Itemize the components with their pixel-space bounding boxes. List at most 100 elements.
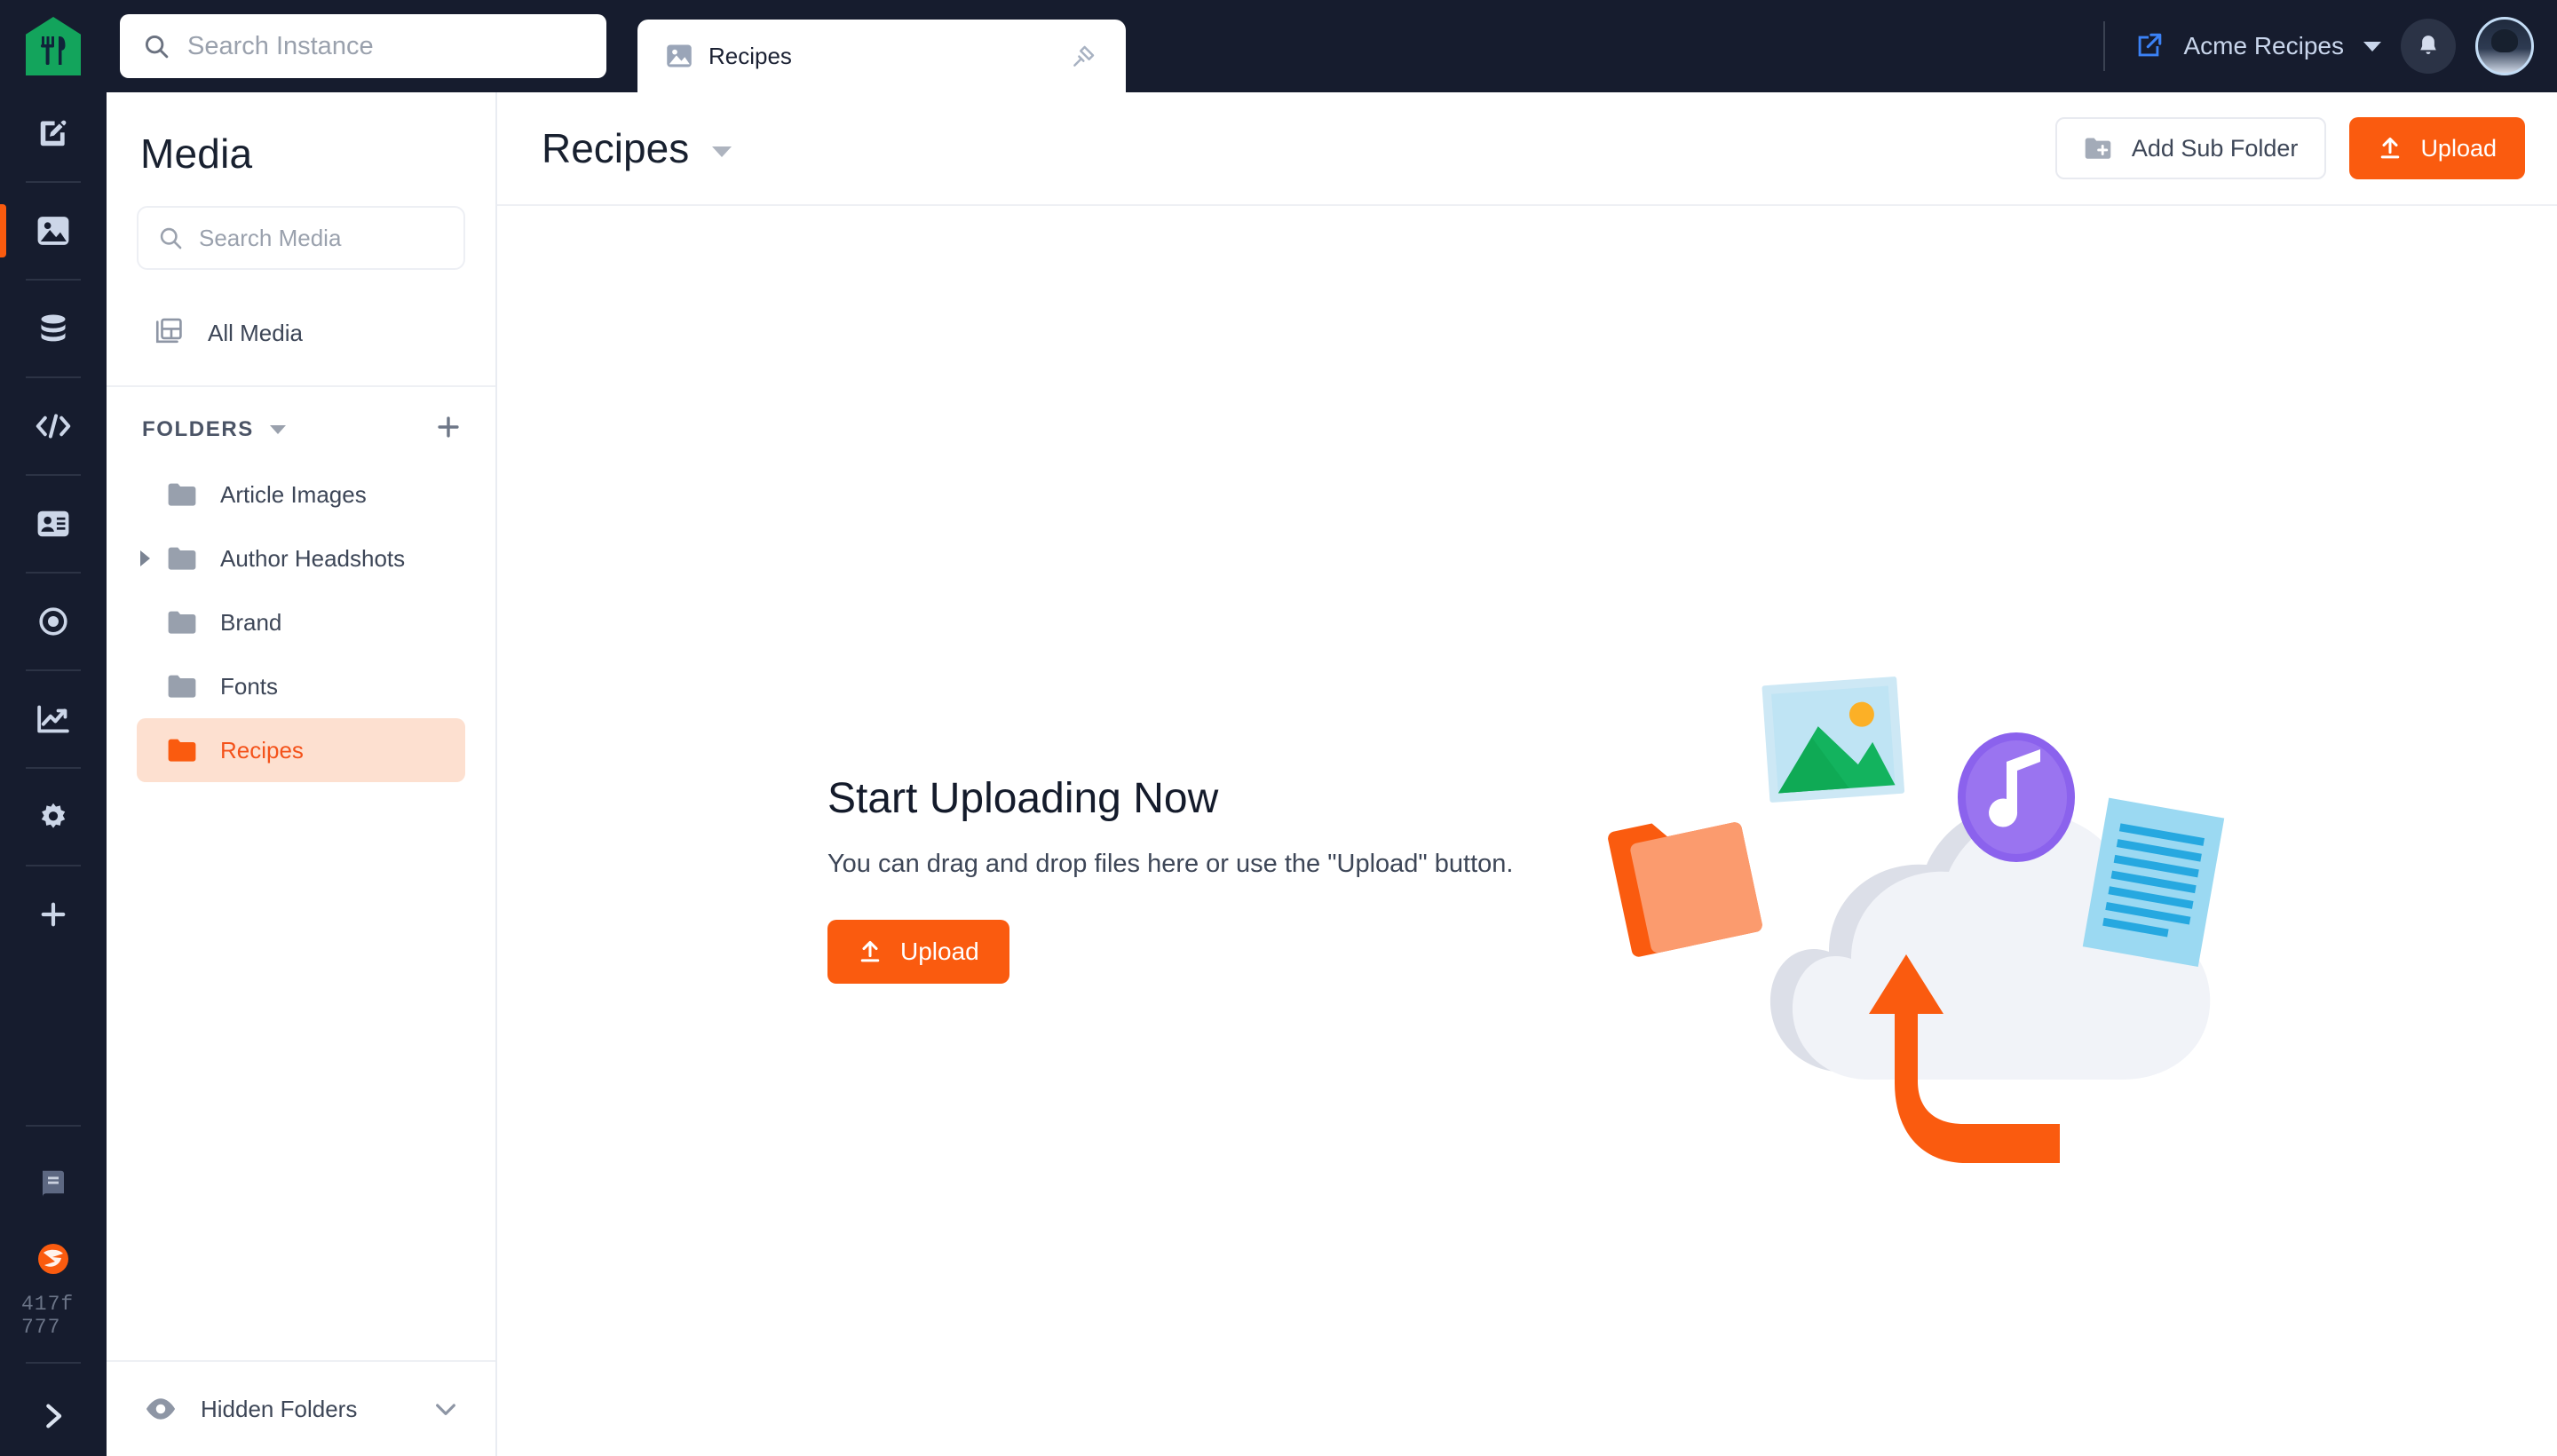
rail-divider — [26, 865, 81, 866]
image-file-illustration-icon — [1761, 677, 1905, 803]
empty-state-subtitle: You can drag and drop files here or use … — [827, 850, 1514, 878]
sidebar-item-all-media[interactable]: All Media — [137, 300, 465, 366]
search-media-input[interactable]: Search Media — [137, 206, 465, 270]
folder-name: Brand — [220, 608, 282, 636]
rail-divider — [26, 669, 81, 671]
bell-icon — [2420, 36, 2436, 54]
folder-row-1[interactable]: Author Headshots — [137, 526, 465, 590]
rail-item-add[interactable] — [0, 874, 107, 955]
upload-button-header[interactable]: Upload — [2349, 117, 2525, 179]
expand-twisty-icon[interactable] — [140, 550, 150, 566]
empty-state-text: Start Uploading Now You can drag and dro… — [827, 774, 1627, 984]
restaurant-logo-icon — [26, 17, 81, 75]
folders-header-label: FOLDERS — [142, 416, 254, 441]
eye-icon — [146, 1398, 176, 1420]
topbar-right-cluster: Acme Recipes — [2103, 0, 2534, 92]
main-header: Recipes Add Sub Folder Upload — [497, 92, 2557, 206]
empty-state: Start Uploading Now You can drag and dro… — [497, 206, 2557, 1454]
analytics-icon — [37, 705, 69, 733]
folder-row-3[interactable]: Fonts — [137, 654, 465, 718]
document-file-illustration-icon — [2082, 797, 2225, 968]
instance-search-box[interactable]: Search Instance — [120, 14, 606, 78]
upload-button-empty-state[interactable]: Upload — [827, 920, 1009, 984]
rail-divider — [26, 376, 81, 378]
all-media-label: All Media — [208, 319, 303, 346]
hidden-folders-toggle[interactable]: Hidden Folders — [107, 1360, 495, 1456]
plus-icon — [438, 416, 459, 438]
avatar[interactable] — [2475, 17, 2534, 75]
left-rail: 417f 777 — [0, 92, 107, 1456]
instance-search-placeholder: Search Instance — [187, 31, 374, 60]
rail-item-database[interactable] — [0, 288, 107, 369]
upload-label: Upload — [900, 938, 979, 965]
notifications-button[interactable] — [2401, 19, 2456, 74]
rail-divider — [26, 572, 81, 574]
rail-divider — [26, 279, 81, 281]
upload-illustration — [1563, 632, 2237, 1187]
rail-item-profiles[interactable] — [0, 483, 107, 565]
target-icon — [39, 607, 67, 636]
search-media-placeholder: Search Media — [199, 224, 342, 251]
database-icon — [41, 314, 66, 342]
rail-item-media[interactable] — [0, 190, 107, 272]
expand-menu-button[interactable] — [0, 1376, 107, 1456]
rail-item-content[interactable] — [0, 92, 107, 174]
header-actions: Add Sub Folder Upload — [2054, 117, 2525, 179]
folder-icon — [168, 483, 196, 506]
image-icon — [667, 44, 692, 67]
chevron-down-icon[interactable] — [431, 1395, 460, 1423]
tab-recipes[interactable]: Recipes — [637, 20, 1126, 92]
media-sidebar: Media Search Media All Media FOLDERS Art… — [107, 92, 497, 1456]
folders-header: FOLDERS — [107, 387, 495, 447]
fork-knife-icon — [41, 36, 66, 65]
brand-logo-icon — [38, 1244, 68, 1275]
search-icon — [160, 227, 182, 249]
gear-icon — [41, 803, 66, 828]
rail-bottom: 417f 777 — [0, 1118, 107, 1456]
hidden-folders-label: Hidden Folders — [201, 1395, 358, 1422]
folder-icon — [168, 547, 196, 570]
instance-chevron-down-icon[interactable] — [2363, 41, 2381, 51]
main-content: Recipes Add Sub Folder Upload Start Uplo… — [497, 92, 2557, 1456]
book-icon — [43, 1171, 64, 1198]
rail-item-settings[interactable] — [0, 776, 107, 858]
folder-row-2[interactable]: Brand — [137, 590, 465, 654]
folder-name: Author Headshots — [220, 544, 406, 572]
rail-divider — [26, 767, 81, 769]
page-title-chevron-down-icon[interactable] — [712, 146, 732, 157]
cloud-upload-illustration — [1608, 677, 2225, 1163]
top-bar: Search Instance Acme Recipes — [0, 0, 2557, 92]
add-sub-folder-button[interactable]: Add Sub Folder — [2054, 117, 2327, 179]
rail-divider — [26, 474, 81, 476]
rail-item-analytics[interactable] — [0, 678, 107, 760]
app-logo[interactable] — [0, 0, 107, 92]
external-link-icon[interactable] — [2133, 31, 2164, 61]
version-text: 417f 777 — [21, 1294, 85, 1339]
folder-name: Article Images — [220, 480, 367, 508]
rail-item-docs[interactable] — [0, 1143, 107, 1224]
rail-divider — [26, 181, 81, 183]
folder-row-0[interactable]: Article Images — [137, 463, 465, 526]
folder-name: Recipes — [220, 736, 304, 764]
rail-item-brand[interactable] — [0, 1224, 107, 1294]
tab-label: Recipes — [709, 42, 792, 69]
folders-chevron-down-icon[interactable] — [269, 424, 286, 434]
search-icon — [145, 35, 169, 59]
folder-row-4[interactable]: Recipes — [137, 718, 465, 782]
rail-item-code[interactable] — [0, 385, 107, 467]
add-folder-button[interactable] — [433, 412, 463, 447]
upload-icon — [2381, 137, 2400, 159]
pin-icon[interactable] — [1071, 43, 1097, 69]
upload-label: Upload — [2420, 134, 2497, 162]
add-sub-folder-label: Add Sub Folder — [2131, 134, 2299, 162]
folder-illustration-icon — [1608, 822, 1762, 957]
empty-state-title: Start Uploading Now — [827, 775, 1219, 822]
instance-name[interactable]: Acme Recipes — [2183, 32, 2344, 60]
media-icon — [37, 217, 69, 245]
folder-icon — [168, 739, 196, 762]
sidebar-title: Media — [140, 131, 253, 177]
code-icon — [36, 414, 71, 439]
rail-item-targeting[interactable] — [0, 581, 107, 662]
content-icon — [40, 120, 67, 146]
id-card-icon — [37, 510, 69, 537]
